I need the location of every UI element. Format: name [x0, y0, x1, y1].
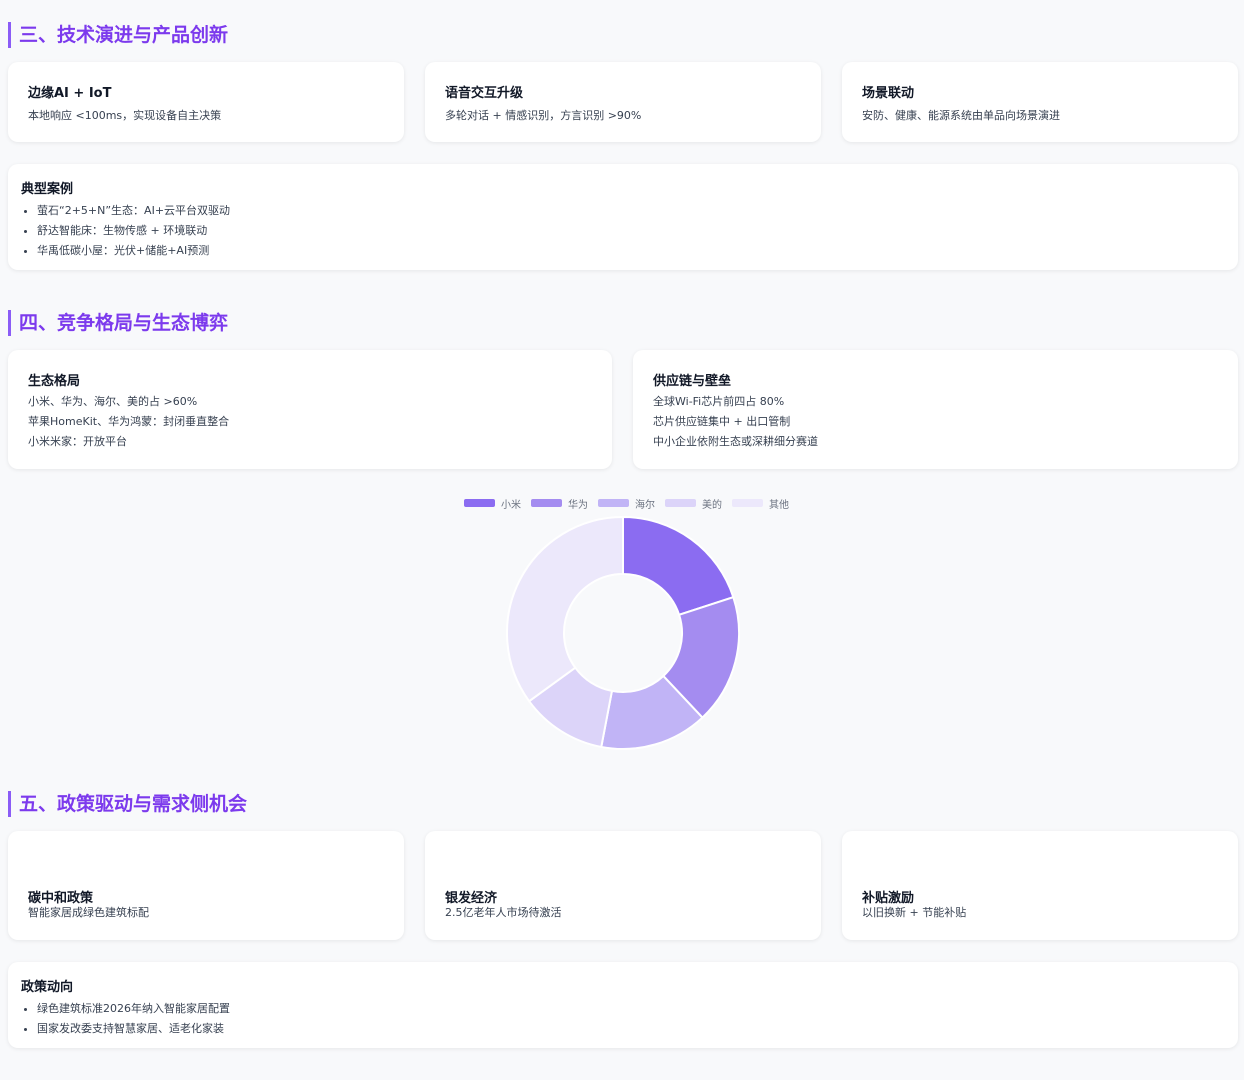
chart-legend: 小米 华为 海尔 美的 其他: [464, 496, 799, 511]
card-supply-chain: 供应链与壁垒 全球Wi-Fi芯片前四占 80% 芯片供应链集中 + 出口管制 中…: [633, 350, 1238, 469]
section-title-tech: 三、技术演进与产品创新: [8, 22, 228, 48]
card-desc: 本地响应 <100ms，实现设备自主决策: [28, 109, 222, 122]
legend-label: 小米: [501, 499, 521, 511]
legend-item[interactable]: 华为: [531, 496, 588, 511]
card-line: 全球Wi-Fi芯片前四占 80%: [653, 395, 785, 408]
card-line: 苹果HomeKit、华为鸿蒙：封闭垂直整合: [28, 415, 230, 428]
card-title: 边缘AI + IoT: [28, 86, 112, 101]
card-ecosystem: 生态格局 小米、华为、海尔、美的占 >60% 苹果HomeKit、华为鸿蒙：封闭…: [8, 350, 612, 469]
card-desc: 安防、健康、能源系统由单品向场景演进: [862, 109, 1060, 122]
legend-swatch: [464, 499, 495, 507]
legend-item[interactable]: 海尔: [598, 496, 655, 511]
card-desc: 2.5亿老年人市场待激活: [445, 906, 562, 919]
card-policy-trends: 政策动向 绿色建筑标准2026年纳入智能家居配置 国家发改委支持智慧家居、适老化…: [8, 962, 1238, 1048]
card-edge-ai: 边缘AI + IoT 本地响应 <100ms，实现设备自主决策: [8, 62, 404, 142]
section-title-policy: 五、政策驱动与需求侧机会: [8, 791, 247, 817]
legend-label: 美的: [702, 499, 722, 511]
cases-list: 萤石“2+5+N”生态：AI+云平台双驱动 舒达智能床：生物传感 + 环境联动 …: [21, 201, 1225, 261]
card-line: 芯片供应链集中 + 出口管制: [653, 415, 791, 428]
list-item: 舒达智能床：生物传感 + 环境联动: [21, 221, 1225, 241]
card-title: 语音交互升级: [445, 86, 524, 101]
card-line: 小米米家：开放平台: [28, 435, 127, 448]
card-title: 供应链与壁垒: [653, 374, 732, 389]
policy-list: 绿色建筑标准2026年纳入智能家居配置 国家发改委支持智慧家居、适老化家装: [21, 999, 1225, 1039]
policy-title: 政策动向: [21, 980, 74, 995]
legend-swatch: [732, 499, 763, 507]
legend-item[interactable]: 美的: [665, 496, 722, 511]
donut-slice-其他[interactable]: [506, 515, 624, 703]
card-desc: 多轮对话 + 情感识别，方言识别 >90%: [445, 109, 642, 122]
section-title-competition: 四、竞争格局与生态博弈: [8, 310, 228, 336]
legend-label: 其他: [769, 499, 789, 511]
card-scene: 场景联动 安防、健康、能源系统由单品向场景演进: [842, 62, 1238, 142]
card-cases: 典型案例 萤石“2+5+N”生态：AI+云平台双驱动 舒达智能床：生物传感 + …: [8, 164, 1238, 270]
legend-item[interactable]: 其他: [732, 496, 789, 511]
list-item: 萤石“2+5+N”生态：AI+云平台双驱动: [21, 201, 1225, 221]
list-item: 国家发改委支持智慧家居、适老化家装: [21, 1019, 1225, 1039]
market-share-donut-chart: [506, 515, 740, 750]
legend-swatch: [665, 499, 696, 507]
card-desc: 以旧换新 + 节能补贴: [862, 906, 967, 919]
card-voice: 语音交互升级 多轮对话 + 情感识别，方言识别 >90%: [425, 62, 821, 142]
legend-label: 华为: [568, 499, 588, 511]
cases-title: 典型案例: [21, 182, 74, 197]
card-title: 场景联动: [862, 86, 915, 101]
card-desc: 智能家居成绿色建筑标配: [28, 906, 149, 919]
legend-swatch: [598, 499, 629, 507]
list-item: 华禹低碳小屋：光伏+储能+AI预测: [21, 241, 1225, 261]
legend-label: 海尔: [635, 499, 655, 511]
legend-item[interactable]: 小米: [464, 496, 521, 511]
card-line: 小米、华为、海尔、美的占 >60%: [28, 395, 198, 408]
legend-swatch: [531, 499, 562, 507]
card-subsidy: 补贴激励 以旧换新 + 节能补贴: [842, 831, 1238, 940]
list-item: 绿色建筑标准2026年纳入智能家居配置: [21, 999, 1225, 1019]
donut-slice-小米[interactable]: [622, 515, 735, 617]
card-silver-economy: 银发经济 2.5亿老年人市场待激活: [425, 831, 821, 940]
card-title: 生态格局: [28, 374, 81, 389]
card-line: 中小企业依附生态或深耕细分赛道: [653, 435, 818, 448]
card-carbon: 碳中和政策 智能家居成绿色建筑标配: [8, 831, 404, 940]
